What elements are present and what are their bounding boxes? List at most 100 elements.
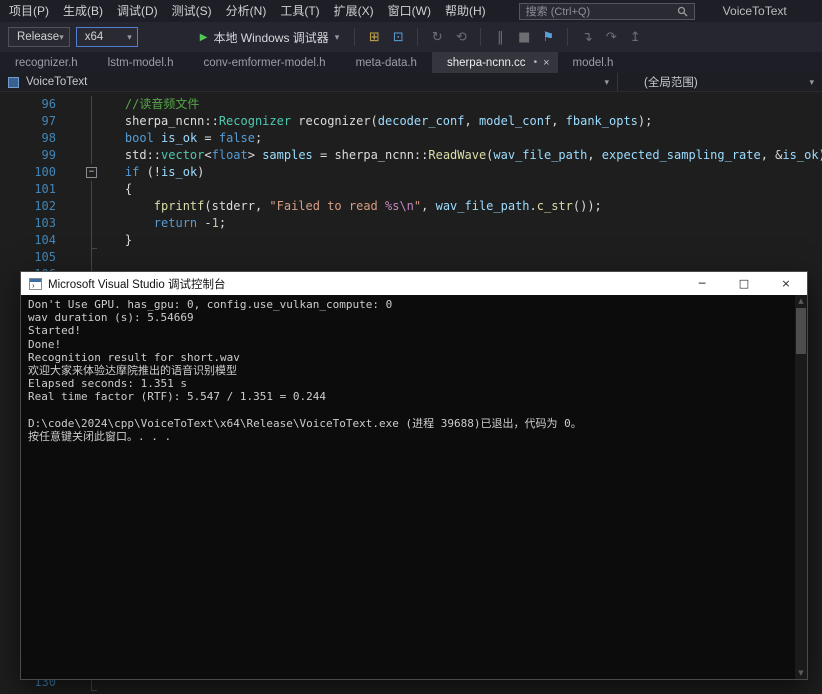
fold-guide-line (91, 232, 92, 249)
console-line: Don't Use GPU. has_gpu: 0, config.use_vu… (28, 298, 795, 311)
code-line-101: 101 { (0, 181, 822, 198)
fold-guide-line (91, 130, 92, 147)
code-text: if (!is_ok) (96, 164, 204, 181)
code-token: , (551, 114, 565, 128)
fold-collapse-icon[interactable]: − (86, 167, 97, 178)
tab-sherpa-ncnn-cc[interactable]: sherpa-ncnn.cc•× (432, 52, 558, 73)
solution-platform-value: x64 (85, 31, 104, 43)
scrollbar-thumb[interactable] (796, 308, 806, 354)
menu-item-x[interactable]: 扩展(X) (327, 0, 381, 22)
tab-lstm-model-h[interactable]: lstm-model.h (93, 52, 189, 73)
stop-icon[interactable]: ■ (514, 30, 534, 45)
code-token: expected_sampling_rate (602, 148, 761, 162)
show-next-statement-icon[interactable]: ⚑ (538, 30, 558, 45)
hot-reload-icon[interactable]: ↻ (427, 30, 447, 45)
fold-guide-line (91, 215, 92, 232)
solution-config-dropdown[interactable]: Release ▾ (8, 27, 70, 47)
console-icon (29, 278, 42, 290)
search-box[interactable]: 搜索 (Ctrl+Q) (519, 3, 695, 20)
step-over-icon[interactable]: ↷ (601, 30, 621, 45)
toolbar: Release ▾ x64 ▾ ▶ 本地 Windows 调试器 ▾ ⊞ ⊡ ↻ ⟲ ‖… (0, 22, 822, 52)
tab-bar: recognizer.hlstm-model.h conv-emformer-mo… (0, 52, 822, 73)
code-token (96, 199, 154, 213)
menu-item-d[interactable]: 调试(D) (110, 0, 165, 22)
code-token: - (197, 216, 211, 230)
code-token: ; (219, 216, 226, 230)
code-line-100: 100− if (!is_ok) (0, 164, 822, 181)
scroll-down-icon[interactable]: ▼ (795, 667, 807, 679)
code-token: ReadWave (428, 148, 486, 162)
fold-margin (56, 198, 96, 215)
break-all-icon[interactable]: ‖ (490, 30, 510, 45)
fold-guide-line (91, 181, 92, 198)
tab-meta-data-h[interactable]: meta-data.h (341, 52, 432, 73)
code-token (96, 131, 125, 145)
code-token: sherpa_ncnn:: (96, 114, 219, 128)
code-text: } (96, 232, 132, 249)
project-name: VoiceToText (26, 76, 87, 88)
project-dropdown[interactable]: VoiceToText ▾ (0, 73, 617, 91)
scroll-up-icon[interactable]: ▲ (795, 295, 807, 307)
console-scrollbar[interactable]: ▲ ▼ (795, 295, 807, 679)
console-line (28, 404, 795, 417)
tab-close-icon[interactable]: × (543, 57, 549, 69)
console-title-bar[interactable]: Microsoft Visual Studio 调试控制台 ─ □ × (21, 272, 807, 295)
chevron-down-icon: ▾ (335, 32, 340, 43)
fold-guide-line (91, 113, 92, 130)
code-token: . (530, 199, 537, 213)
menu-item-n[interactable]: 分析(N) (219, 0, 274, 22)
attach-process-icon[interactable]: ⊞ (364, 30, 384, 45)
console-output: Don't Use GPU. has_gpu: 0, config.use_vu… (21, 295, 795, 679)
tab-conv-emformer-model-h[interactable]: conv-emformer-model.h (188, 52, 340, 73)
line-number: 105 (0, 249, 56, 266)
code-line-102: 102 fprintf(stderr, "Failed to read %s\n… (0, 198, 822, 215)
solution-platform-dropdown[interactable]: x64 ▾ (76, 27, 138, 47)
fold-guide-line (91, 96, 92, 113)
code-token: std:: (96, 148, 161, 162)
code-line-103: 103 return -1; (0, 215, 822, 232)
code-token: %s (385, 199, 399, 213)
code-token (154, 131, 161, 145)
code-token: \n (399, 199, 413, 213)
menu-item-b[interactable]: 生成(B) (56, 0, 110, 22)
search-icon (677, 6, 688, 17)
line-number: 97 (0, 113, 56, 130)
tab-label: model.h (573, 57, 614, 69)
code-token: "Failed to read (269, 199, 385, 213)
console-line: Started! (28, 324, 795, 337)
tab-recognizer-h[interactable]: recognizer.h (0, 52, 93, 73)
step-into-icon[interactable]: ↴ (577, 30, 597, 45)
code-token: ()); (573, 199, 602, 213)
code-token: ); (819, 148, 822, 162)
menu-item-w[interactable]: 窗口(W) (381, 0, 438, 22)
menu-item-t[interactable]: 工具(T) (273, 0, 326, 22)
code-token: is_ok (161, 131, 197, 145)
menu-item-p[interactable]: 项目(P) (2, 0, 56, 22)
close-button[interactable]: × (765, 272, 807, 295)
maximize-button[interactable]: □ (723, 272, 765, 295)
minimize-button[interactable]: ─ (681, 272, 723, 295)
code-token: return (154, 216, 197, 230)
menu-item-h[interactable]: 帮助(H) (438, 0, 493, 22)
code-token: decoder_conf (378, 114, 465, 128)
code-token: fbank_opts (566, 114, 638, 128)
vs-window: 项目(P)生成(B)调试(D)测试(S)分析(N)工具(T)扩展(X)窗口(W)… (0, 0, 822, 694)
code-text: std::vector<float> samples = sherpa_ncnn… (96, 147, 822, 164)
code-token: wav_file_path (436, 199, 530, 213)
scope-dropdown[interactable]: (全局范围) ▾ (617, 73, 822, 91)
tab-model-h[interactable]: model.h (558, 52, 629, 73)
menu-bar: 项目(P)生成(B)调试(D)测试(S)分析(N)工具(T)扩展(X)窗口(W)… (0, 0, 822, 22)
console-line: 欢迎大家来体验达摩院推出的语音识别模型 (28, 364, 795, 377)
code-token: Recognizer (219, 114, 291, 128)
console-line: D:\code\2024\cpp\VoiceToText\x64\Release… (28, 417, 795, 430)
device-preview-icon[interactable]: ⊡ (388, 30, 408, 45)
tab-label: conv-emformer-model.h (203, 57, 325, 69)
start-debug-button[interactable]: ▶ 本地 Windows 调试器 ▾ (200, 29, 340, 46)
step-out-icon[interactable]: ↥ (625, 30, 645, 45)
code-line-96: 96 //读音频文件 (0, 96, 822, 113)
code-token: } (96, 233, 132, 247)
code-token: ); (638, 114, 652, 128)
restart-icon[interactable]: ⟲ (451, 30, 471, 45)
menu-item-s[interactable]: 测试(S) (165, 0, 219, 22)
code-token: , (587, 148, 601, 162)
